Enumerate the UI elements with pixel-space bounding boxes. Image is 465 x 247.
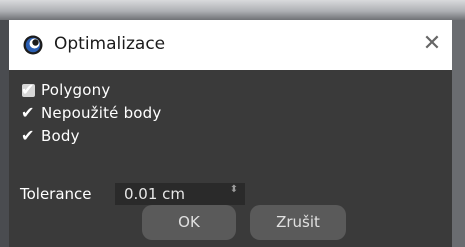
optimize-dialog: Optimalizace ✕ ✔ Polygony ✔ Nepoužité bo… (9, 20, 452, 247)
background-window-strip (0, 0, 465, 20)
background-window-left (0, 20, 9, 247)
checkmark-icon: ✔ (21, 79, 35, 99)
checkmark-icon: ✔ (21, 125, 35, 145)
cinema4d-logo-icon (23, 35, 43, 55)
option-label-polygony: Polygony (41, 81, 111, 99)
option-body[interactable]: ✔ Body (21, 125, 80, 147)
checkbox-body[interactable]: ✔ (21, 125, 35, 145)
dialog-title: Optimalizace (54, 34, 166, 54)
option-nepouzite-body[interactable]: ✔ Nepoužité body (21, 102, 162, 124)
background-window-right (452, 20, 465, 247)
dialog-titlebar: Optimalizace ✕ (9, 20, 452, 70)
close-icon[interactable]: ✕ (419, 31, 445, 57)
ok-button[interactable]: OK (142, 205, 236, 240)
tolerance-label: Tolerance (20, 185, 92, 203)
option-polygony[interactable]: ✔ Polygony (21, 79, 111, 101)
checkbox-polygony[interactable]: ✔ (21, 79, 35, 99)
dialog-content: ✔ Polygony ✔ Nepoužité body ✔ Body Toler… (9, 70, 452, 247)
spinner-icon[interactable]: ⬍ (228, 185, 240, 202)
tolerance-input[interactable]: 0.01 cm ⬍ (115, 183, 245, 205)
tolerance-value: 0.01 cm (124, 185, 186, 203)
option-label-body: Body (41, 127, 80, 145)
checkmark-icon: ✔ (21, 102, 35, 122)
cancel-button[interactable]: Zrušit (250, 205, 346, 240)
option-label-nepouzite-body: Nepoužité body (41, 104, 162, 122)
checkbox-nepouzite-body[interactable]: ✔ (21, 102, 35, 122)
